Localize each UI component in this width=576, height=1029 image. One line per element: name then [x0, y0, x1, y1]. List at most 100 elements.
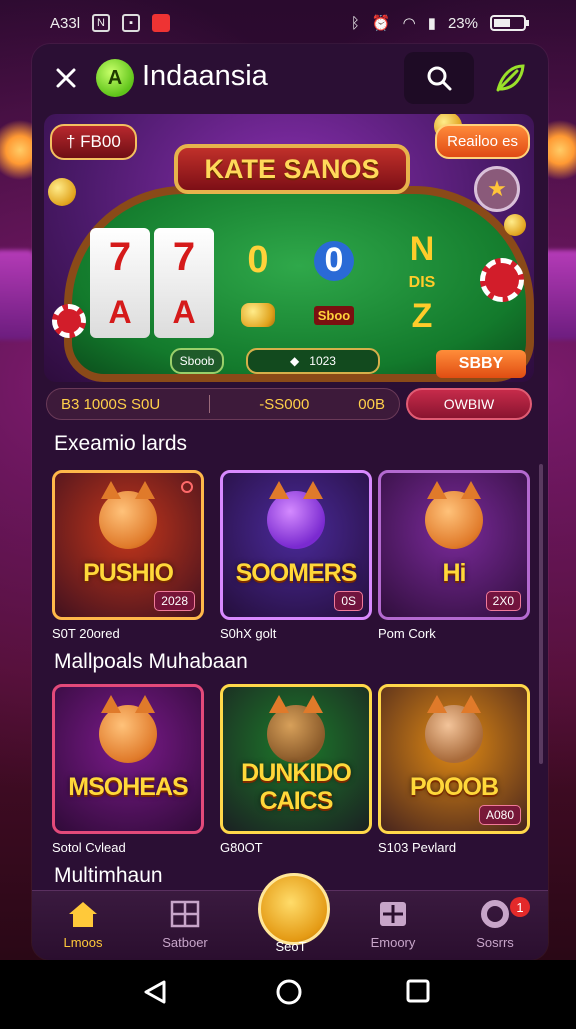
reel-1: 7 A	[90, 228, 150, 338]
app-title: Indaansia	[142, 60, 268, 92]
notification-n-icon: N	[92, 14, 111, 32]
leaf-icon	[496, 64, 525, 92]
game-card[interactable]: POOOB A080	[378, 684, 530, 834]
game-label: Sotol Cvlead	[52, 840, 126, 855]
bluetooth-icon: ᛒ	[350, 14, 360, 32]
nav-memory[interactable]: Emoory	[348, 899, 438, 959]
grid-icon	[170, 900, 200, 928]
creature-mascot-art	[267, 481, 325, 549]
reel-4: 0 Sboo	[306, 228, 362, 338]
reel-3: 0	[230, 228, 286, 338]
fox-mascot-art	[99, 695, 157, 763]
alarm-icon: ⏰	[371, 15, 391, 32]
reel-symbol: Z	[411, 296, 433, 335]
game-label: G80OT	[220, 840, 263, 855]
game-label: S103 Pevlard	[378, 840, 457, 855]
section-title: Multimhaun	[54, 864, 163, 887]
game-label: S0T 20ored	[52, 626, 120, 641]
close-button[interactable]	[50, 62, 82, 94]
app-header: A Indaansia	[32, 44, 548, 112]
recents-icon[interactable]	[406, 979, 430, 1003]
hero-title: KATE SANOS	[174, 144, 410, 194]
battery-percent: 23%	[447, 14, 478, 32]
close-icon	[56, 68, 76, 88]
reel-symbol: A	[108, 294, 132, 330]
back-icon[interactable]	[144, 980, 166, 1004]
gem-icon: ◆	[290, 354, 300, 368]
hand-art	[267, 695, 325, 763]
section-title: Mallpoals Muhabaan	[54, 650, 248, 673]
game-logo: PUSHIO	[83, 559, 174, 587]
hero-play-button[interactable]: SBBY	[436, 350, 526, 378]
game-card[interactable]: SOOMERS 0S	[220, 470, 372, 620]
plus-box-icon	[380, 902, 406, 926]
search-icon	[427, 66, 452, 91]
game-card[interactable]: DUNKIDO CAICS	[220, 684, 372, 834]
app-logo: A	[96, 59, 134, 97]
game-badge: 0S	[334, 591, 363, 611]
section-title: Exeamio lards	[54, 432, 188, 455]
hero-button-b[interactable]: ◆ 1023	[246, 348, 380, 374]
status-bar: A33l N ▪ ᛒ ⏰ ◠ ▮ 23%	[0, 0, 576, 46]
signal-icon: ▮	[427, 15, 436, 32]
reel-2: 7 A	[154, 228, 214, 338]
home-circle-icon[interactable]	[276, 979, 302, 1005]
game-logo: POOOB	[409, 773, 499, 801]
reel-symbol: 0	[314, 240, 354, 281]
mascot-icon[interactable]	[258, 873, 330, 945]
reel-symbol: DIS	[408, 273, 436, 291]
jackpot-left: B3 1000S S0U	[61, 395, 161, 413]
reel-symbol: 7	[108, 235, 132, 279]
nav-search[interactable]: Satboer	[140, 899, 230, 959]
home-icon	[69, 902, 97, 927]
reel-symbol: 0	[247, 238, 269, 281]
online-button[interactable]: OWBIW	[406, 388, 532, 420]
hero-button-b-label: 1023	[309, 354, 336, 368]
hero-banner[interactable]: † FB00 Reailoo es KATE SANOS ★ 7 A 7 A 0…	[44, 114, 534, 382]
game-card[interactable]: MSOHEAS	[52, 684, 204, 834]
game-label: Pom Cork	[378, 626, 436, 641]
fox-mascot-art	[99, 481, 157, 549]
promo-button[interactable]	[490, 60, 530, 96]
reel-5: N DIS Z	[394, 228, 450, 338]
search-button[interactable]	[404, 52, 474, 104]
dog-mascot-art	[425, 481, 483, 549]
jackpot-strip: B3 1000S S0U -SS000 00B	[46, 388, 400, 420]
notification-badge: 1	[510, 897, 530, 917]
reel-symbol: N	[409, 230, 435, 269]
game-card[interactable]: Hi 2X0	[378, 470, 530, 620]
hero-button-a[interactable]: Sboob	[170, 348, 224, 374]
divider	[209, 395, 211, 413]
scrollbar[interactable]	[539, 464, 543, 764]
game-badge: 2028	[154, 591, 195, 611]
game-card[interactable]: PUSHIO 2028	[52, 470, 204, 620]
game-logo: SOOMERS	[235, 559, 358, 587]
system-navigation-bar	[0, 960, 576, 1024]
bottom-navigation: Lmoos Satboer SeoT Emoory Sosrrs 1	[32, 873, 548, 960]
star-icon[interactable]: ★	[474, 166, 520, 212]
notification-box-icon: ▪	[122, 14, 141, 32]
coin-stack-art	[241, 303, 275, 328]
system-nav-icons	[144, 979, 430, 1005]
notification-red-icon	[152, 14, 171, 32]
nav-label: Lmoos	[63, 935, 103, 950]
nav-label: Satboer	[162, 935, 208, 950]
clock: A33l	[50, 14, 81, 32]
favorite-icon[interactable]	[181, 481, 193, 493]
nav-home[interactable]: Lmoos	[38, 899, 128, 959]
jackpot-right: 00B	[358, 395, 385, 413]
jackpot-middle: -SS000	[259, 395, 310, 413]
hero-tag-right[interactable]: Reailoo es	[435, 124, 530, 159]
reel-sign: Sboo	[313, 306, 355, 326]
reel-symbol: A	[172, 294, 196, 330]
hero-tag-left[interactable]: † FB00	[50, 124, 137, 160]
wifi-icon: ◠	[402, 15, 416, 32]
chip-art	[480, 258, 524, 302]
nav-label: SeoT	[275, 939, 307, 954]
coin-art	[48, 178, 76, 206]
people-art	[425, 695, 483, 763]
game-logo: MSOHEAS	[68, 773, 188, 801]
battery-icon	[490, 15, 529, 31]
game-badge: A080	[478, 805, 521, 825]
nav-label: Emoory	[370, 935, 416, 950]
